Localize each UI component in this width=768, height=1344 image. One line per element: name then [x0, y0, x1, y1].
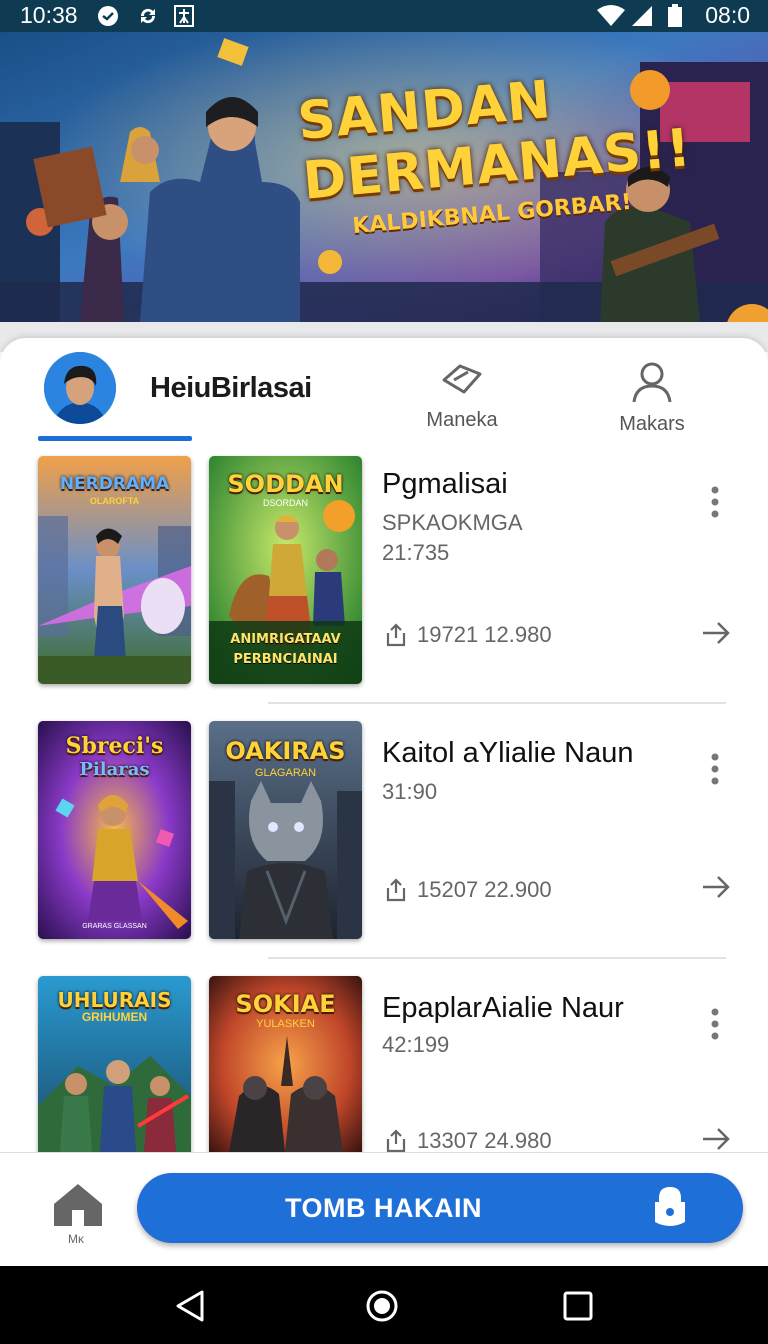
poster-sokiae[interactable]: SOKIAE YULASKEN — [209, 976, 362, 1152]
poster-title-2: Pilaras — [79, 759, 150, 780]
poster-uhlurais[interactable]: UHLURAIS GRIHUMEN — [38, 976, 191, 1152]
battery-icon — [668, 4, 682, 27]
signal-icon — [632, 6, 652, 26]
divider — [268, 702, 726, 704]
profile-name[interactable]: HeiuBirlasai — [150, 372, 312, 405]
divider — [268, 957, 726, 959]
home-nav-icon[interactable] — [364, 1288, 400, 1324]
item-count: 15207 22.900 — [385, 877, 552, 903]
sync-icon — [140, 8, 156, 24]
primary-action-button[interactable]: TOMB HAKAIN — [137, 1173, 743, 1243]
poster-title: SODDAN — [227, 470, 344, 498]
poster-oakiras[interactable]: OAKIRAS GLAGARAN — [209, 721, 362, 939]
tab-makars[interactable]: Makars — [592, 362, 712, 436]
tag-icon — [442, 364, 482, 394]
more-options-icon[interactable] — [702, 484, 728, 520]
more-options-icon[interactable] — [702, 1006, 728, 1042]
item-count-value: 15207 22.900 — [417, 877, 552, 902]
home-icon[interactable] — [50, 1180, 106, 1230]
primary-action-label: TOMB HAKAIN — [285, 1193, 482, 1223]
avatar-image — [44, 352, 116, 424]
accessibility-icon — [174, 5, 194, 27]
item-meta: 42:199 — [382, 1032, 450, 1057]
poster-caption: YULASKEN — [256, 1018, 315, 1030]
item-count-value: 19721 12.980 — [417, 622, 552, 647]
item-meta: 31:90 — [382, 779, 438, 804]
arrow-right-icon[interactable] — [700, 1124, 732, 1154]
active-tab-indicator — [38, 436, 192, 441]
status-bar: 10:38 08:0 — [0, 0, 768, 32]
notification-icon — [98, 6, 118, 26]
poster-caption: GRIHUMEN — [81, 1010, 148, 1024]
wifi-icon — [597, 5, 625, 26]
poster-title: OAKIRAS — [225, 737, 346, 765]
item-title: Pgmalisai — [382, 468, 508, 500]
share-icon — [386, 1129, 406, 1153]
poster-title: UHLURAIS — [57, 988, 172, 1012]
poster-caption: DSORDAN — [262, 498, 308, 508]
arrow-right-icon[interactable] — [700, 872, 732, 902]
poster-soddan[interactable]: SODDAN DSORDAN ANIMRIGATAAV PERBNCIAINAI — [209, 456, 362, 684]
poster-footer-line2: PERBNCIAINAI — [233, 652, 338, 667]
poster-sbrecis[interactable]: Sbreci's Pilaras GRARAS GLASSAN — [38, 721, 191, 939]
more-options-icon[interactable] — [702, 751, 728, 787]
poster-caption: OLAROFTA — [89, 496, 140, 506]
share-icon — [386, 878, 406, 902]
item-title: EpaplarAialie Naur — [382, 992, 624, 1024]
status-time: 10:38 — [20, 2, 78, 28]
poster-caption: GLAGARAN — [254, 767, 317, 779]
item-count-value: 13307 24.980 — [417, 1128, 552, 1153]
promo-banner[interactable]: SANDAN DERMANAS!! KALDIKBNAL GORBAR! — [0, 32, 768, 324]
avatar[interactable] — [44, 352, 116, 424]
recents-icon[interactable] — [560, 1288, 596, 1324]
item-subtitle: SPKAOKMGA — [382, 510, 523, 535]
poster-title: Sbreci's — [65, 733, 164, 759]
item-title: Kaitol aYlialie Naun — [382, 737, 634, 769]
status-battery-text: 08:0 — [705, 2, 750, 28]
back-icon[interactable] — [172, 1288, 208, 1324]
item-count: 13307 24.980 — [385, 1128, 552, 1154]
share-icon — [386, 623, 406, 647]
poster-footer-line1: ANIMRIGATAAV — [230, 632, 341, 647]
lock-icon — [655, 1187, 685, 1226]
poster-nerdrama[interactable]: NERDRAMA OLAROFTA — [38, 456, 191, 684]
poster-caption: GRARAS GLASSAN — [82, 923, 147, 930]
person-icon — [632, 362, 672, 403]
tab-makars-label: Makars — [619, 413, 685, 435]
arrow-right-icon[interactable] — [700, 618, 732, 648]
item-count: 19721 12.980 — [385, 622, 552, 648]
item-meta: 21:735 — [382, 540, 450, 565]
home-label: Mĸ — [68, 1232, 84, 1246]
tab-maneka-label: Maneka — [426, 409, 498, 431]
tab-maneka[interactable]: Maneka — [402, 362, 522, 432]
system-nav-bar — [0, 1266, 768, 1344]
poster-title: NERDRAMA — [59, 474, 170, 494]
poster-title: SOKIAE — [235, 990, 336, 1018]
